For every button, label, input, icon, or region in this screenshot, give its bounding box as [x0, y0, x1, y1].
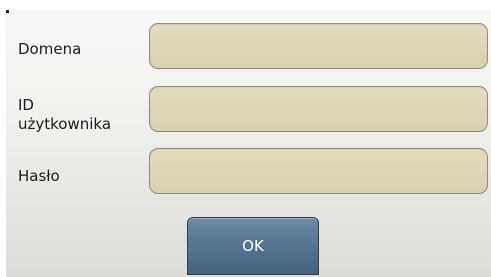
domain-input[interactable]	[149, 23, 488, 69]
login-dialog: Domena ID użytkownika Hasło OK	[6, 10, 491, 277]
user-id-row: ID użytkownika	[6, 80, 491, 150]
password-row: Hasło	[6, 143, 491, 203]
corner-mark	[6, 10, 9, 13]
domain-label: Domena	[18, 40, 82, 58]
password-label: Hasło	[18, 167, 60, 185]
password-input[interactable]	[149, 148, 488, 194]
user-id-input[interactable]	[149, 86, 488, 132]
ok-button[interactable]: OK	[187, 217, 319, 275]
user-id-label: ID użytkownika	[18, 96, 112, 133]
domain-row: Domena	[6, 16, 491, 76]
